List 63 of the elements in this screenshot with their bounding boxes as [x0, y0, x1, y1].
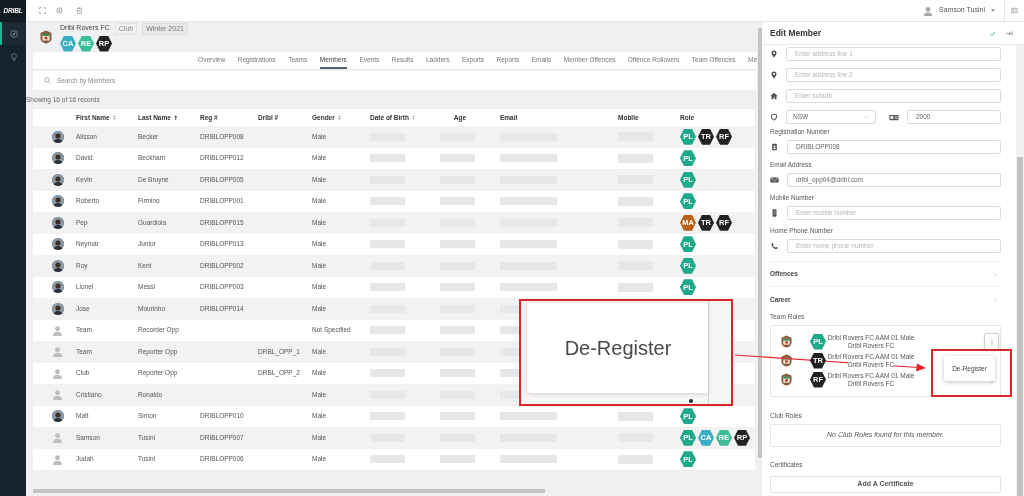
sort-ascending-icon[interactable]: [173, 114, 178, 121]
mobile-icon: [770, 209, 779, 217]
redacted-bar: [440, 455, 475, 464]
redacted-bar: [618, 153, 653, 163]
scrollbar[interactable]: [757, 22, 762, 496]
redacted-bar: [500, 283, 557, 292]
redacted-bar: [618, 196, 653, 206]
chevron-right-icon: [994, 297, 997, 302]
redacted-bar: [370, 283, 405, 292]
redacted-bar: [370, 154, 405, 163]
panel-title: Edit Member: [770, 26, 821, 40]
redacted-bar: [500, 412, 557, 421]
panel-icon[interactable]: [1011, 7, 1018, 14]
crest-icon: [40, 30, 52, 44]
pin-icon: [770, 71, 778, 79]
redacted-bar: [618, 454, 653, 464]
redacted-bar: [440, 197, 475, 206]
redacted-bar: [500, 240, 557, 249]
redacted-bar: [370, 197, 405, 206]
redacted-bar: [440, 412, 475, 421]
crest-icon: [781, 373, 792, 386]
redacted-bar: [440, 326, 475, 335]
clipboard-icon[interactable]: [76, 7, 83, 14]
collapse-icon[interactable]: [1006, 29, 1013, 37]
card-icon: [889, 113, 899, 121]
redacted-bar: [618, 282, 653, 292]
redacted-bar: [618, 411, 653, 421]
pin-icon: [770, 50, 778, 58]
sort-icon[interactable]: [412, 115, 415, 120]
id-badge-icon: [770, 143, 779, 151]
caret-icon: [991, 9, 995, 12]
redacted-bar: [370, 369, 405, 378]
sidebar-item[interactable]: [0, 22, 26, 45]
envelope-icon: [770, 176, 779, 184]
redacted-bar: [500, 154, 557, 163]
redacted-bar: [618, 239, 653, 249]
compass-icon: [10, 29, 18, 38]
redacted-bar: [440, 240, 475, 249]
fullscreen-icon[interactable]: [39, 7, 46, 14]
home-icon: [770, 92, 778, 100]
avatar-icon: [923, 5, 934, 16]
phone-icon: [770, 242, 779, 250]
scrollbar[interactable]: [1016, 45, 1024, 496]
redacted-bar: [440, 154, 475, 163]
crest-icon: [781, 354, 792, 367]
redacted-bar: [500, 197, 557, 206]
redacted-bar: [500, 455, 557, 464]
search-icon: [44, 77, 51, 84]
redacted-bar: [440, 369, 475, 378]
redacted-bar: [370, 326, 405, 335]
target-icon[interactable]: [56, 7, 63, 14]
crest-icon: [781, 335, 792, 348]
chevron-right-icon: [994, 271, 997, 277]
redacted-bar: [370, 240, 405, 249]
chevron-down-icon: [864, 115, 869, 119]
redacted-bar: [440, 283, 475, 292]
lightbulb-icon: [10, 52, 18, 61]
redacted-bar: [370, 412, 405, 421]
shield-icon: [770, 113, 778, 121]
redacted-bar: [370, 455, 405, 464]
check-icon[interactable]: [989, 29, 996, 37]
sort-icon[interactable]: [337, 115, 341, 120]
sort-icon[interactable]: [112, 115, 116, 120]
